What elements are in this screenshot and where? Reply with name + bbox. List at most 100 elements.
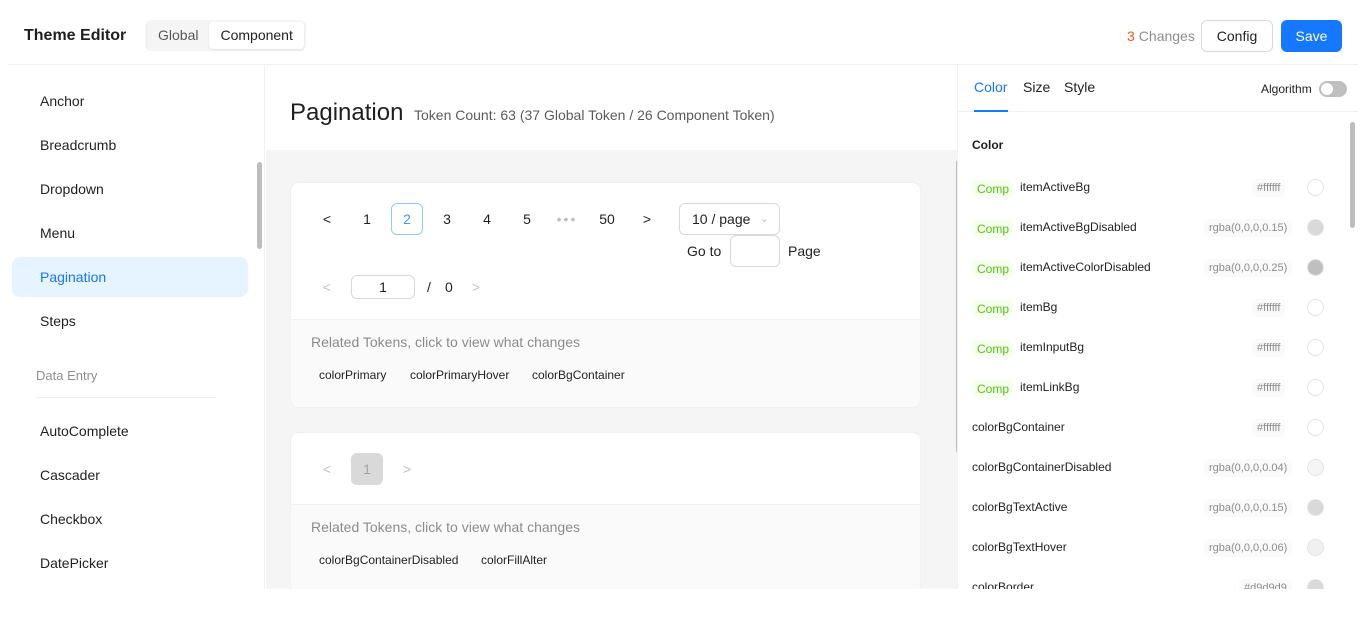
header: Theme Editor Global Component 3 Changes C… xyxy=(8,8,1358,65)
color-swatch[interactable] xyxy=(1307,299,1324,316)
token-link-colorbgcontainerdisabled[interactable]: colorBgContainerDisabled xyxy=(319,553,458,567)
component-sidebar: Anchor Breadcrumb Dropdown Menu Paginati… xyxy=(8,65,265,589)
color-swatch[interactable] xyxy=(1307,259,1324,276)
goto-label: Go to xyxy=(687,243,722,259)
related-tokens-title: Related Tokens, click to view what chang… xyxy=(311,519,580,535)
page-title: Pagination xyxy=(290,99,404,126)
token-panel: Color Size Style Algorithm Color Comp ite… xyxy=(957,65,1358,589)
demo-card-pagination: < 1 2 3 4 5 ••• 50 > 10 / page ⌄ Go to P… xyxy=(291,183,920,407)
token-name: colorBorder xyxy=(972,580,1035,589)
sidebar-divider xyxy=(36,397,216,398)
color-swatch[interactable] xyxy=(1307,579,1324,589)
token-value: #d9d9d9 xyxy=(1239,579,1292,589)
token-name: itemInputBg xyxy=(1020,340,1085,354)
comp-tag: Comp xyxy=(973,380,1014,398)
token-count: Token Count: 63 (37 Global Token / 26 Co… xyxy=(414,107,775,123)
token-name: itemBg xyxy=(1020,300,1058,314)
comp-tag: Comp xyxy=(973,180,1014,198)
next-page-button[interactable]: > xyxy=(631,203,663,235)
page-item-1[interactable]: 1 xyxy=(351,203,383,235)
jump-next-ellipsis[interactable]: ••• xyxy=(551,203,583,235)
sidebar-item-steps[interactable]: Steps xyxy=(12,301,248,341)
token-link-colorbgcontainer[interactable]: colorBgContainer xyxy=(532,368,625,382)
page-item-4[interactable]: 4 xyxy=(471,203,503,235)
token-row[interactable]: Comp itemActiveBg #ffffff xyxy=(958,168,1338,208)
demo-card-disabled: < 1 > Related Tokens, click to view what… xyxy=(291,433,920,589)
app-title: Theme Editor xyxy=(24,27,127,44)
segment-component[interactable]: Component xyxy=(209,22,304,49)
token-row[interactable]: colorBgContainer #ffffff xyxy=(958,408,1338,448)
color-swatch[interactable] xyxy=(1307,379,1324,396)
token-row[interactable]: colorBgTextActive rgba(0,0,0,0.15) xyxy=(958,488,1338,528)
token-value: #ffffff xyxy=(1252,179,1286,197)
simple-separator: / xyxy=(427,279,431,295)
token-name: itemActiveBgDisabled xyxy=(1020,220,1137,234)
page-item-3[interactable]: 3 xyxy=(431,203,463,235)
page-item-50[interactable]: 50 xyxy=(591,203,623,235)
sidebar-item-anchor[interactable]: Anchor xyxy=(12,81,248,121)
token-row[interactable]: colorBgTextHover rgba(0,0,0,0.06) xyxy=(958,528,1338,568)
comp-tag: Comp xyxy=(973,340,1014,358)
sidebar-item-cascader[interactable]: Cascader xyxy=(12,455,248,495)
sidebar-item-checkbox[interactable]: Checkbox xyxy=(12,499,248,539)
token-row[interactable]: Comp itemActiveColorDisabled rgba(0,0,0,0.… xyxy=(958,248,1338,288)
prev-page-button[interactable]: < xyxy=(311,203,343,235)
sidebar-item-breadcrumb[interactable]: Breadcrumb xyxy=(12,125,248,165)
disabled-next-button[interactable]: > xyxy=(391,453,423,485)
color-swatch[interactable] xyxy=(1307,219,1324,236)
goto-page-label: Page xyxy=(788,243,821,259)
color-swatch[interactable] xyxy=(1307,459,1324,476)
tab-color[interactable]: Color xyxy=(974,79,1007,95)
sidebar-item-menu[interactable]: Menu xyxy=(12,213,248,253)
simple-total: 0 xyxy=(445,279,453,295)
simple-page-input[interactable]: 1 xyxy=(351,275,415,299)
color-swatch[interactable] xyxy=(1307,419,1324,436)
sidebar-item-pagination[interactable]: Pagination xyxy=(12,257,248,297)
tab-style[interactable]: Style xyxy=(1064,79,1095,95)
token-link-colorfillalter[interactable]: colorFillAlter xyxy=(481,553,547,567)
token-link-colorprimary[interactable]: colorPrimary xyxy=(319,368,386,382)
token-row[interactable]: Comp itemActiveBgDisabled rgba(0,0,0,0.15) xyxy=(958,208,1338,248)
demo-preview-disabled: < 1 > xyxy=(291,433,920,504)
page-item-2-active[interactable]: 2 xyxy=(391,203,423,235)
color-swatch[interactable] xyxy=(1307,179,1324,196)
simple-next-button[interactable]: > xyxy=(460,271,492,303)
token-row[interactable]: Comp itemBg #ffffff xyxy=(958,288,1338,328)
sidebar-scrollbar[interactable] xyxy=(257,162,262,249)
token-value: rgba(0,0,0,0.06) xyxy=(1204,539,1293,557)
token-tabs: Color Size Style Algorithm xyxy=(958,65,1358,112)
segment-global[interactable]: Global xyxy=(147,22,209,49)
algorithm-switch[interactable] xyxy=(1319,81,1347,97)
changes-indicator[interactable]: 3 Changes xyxy=(1127,28,1195,44)
token-link-colorprimaryhover[interactable]: colorPrimaryHover xyxy=(410,368,509,382)
switch-knob xyxy=(1321,83,1333,95)
comp-tag: Comp xyxy=(973,300,1014,318)
token-row[interactable]: Comp itemLinkBg #ffffff xyxy=(958,368,1338,408)
related-tokens-title: Related Tokens, click to view what chang… xyxy=(311,334,580,350)
page-size-value: 10 / page xyxy=(692,211,751,227)
page-item-5[interactable]: 5 xyxy=(511,203,543,235)
color-swatch[interactable] xyxy=(1307,499,1324,516)
changes-count: 3 xyxy=(1127,28,1135,44)
tab-size[interactable]: Size xyxy=(1023,79,1050,95)
color-swatch[interactable] xyxy=(1307,339,1324,356)
disabled-page-item-1[interactable]: 1 xyxy=(351,453,383,485)
sidebar-group-data-entry: Data Entry xyxy=(36,368,98,383)
goto-input[interactable] xyxy=(730,235,780,267)
page-size-select[interactable]: 10 / page ⌄ xyxy=(679,203,780,235)
simple-prev-button[interactable]: < xyxy=(311,271,343,303)
config-button[interactable]: Config xyxy=(1201,20,1273,52)
tab-ink-bar xyxy=(974,110,1008,112)
token-row[interactable]: Comp itemInputBg #ffffff xyxy=(958,328,1338,368)
sidebar-item-dropdown[interactable]: Dropdown xyxy=(12,169,248,209)
sidebar-item-autocomplete[interactable]: AutoComplete xyxy=(12,411,248,451)
color-swatch[interactable] xyxy=(1307,539,1324,556)
save-button[interactable]: Save xyxy=(1281,20,1342,52)
token-name: itemActiveBg xyxy=(1020,180,1091,194)
chevron-down-icon: ⌄ xyxy=(759,213,769,225)
sidebar-item-datepicker[interactable]: DatePicker xyxy=(12,543,248,583)
token-row[interactable]: colorBorder #d9d9d9 xyxy=(958,568,1338,589)
token-row[interactable]: colorBgContainerDisabled rgba(0,0,0,0.04) xyxy=(958,448,1338,488)
panel-scrollbar[interactable] xyxy=(1350,122,1355,228)
disabled-prev-button[interactable]: < xyxy=(311,453,343,485)
